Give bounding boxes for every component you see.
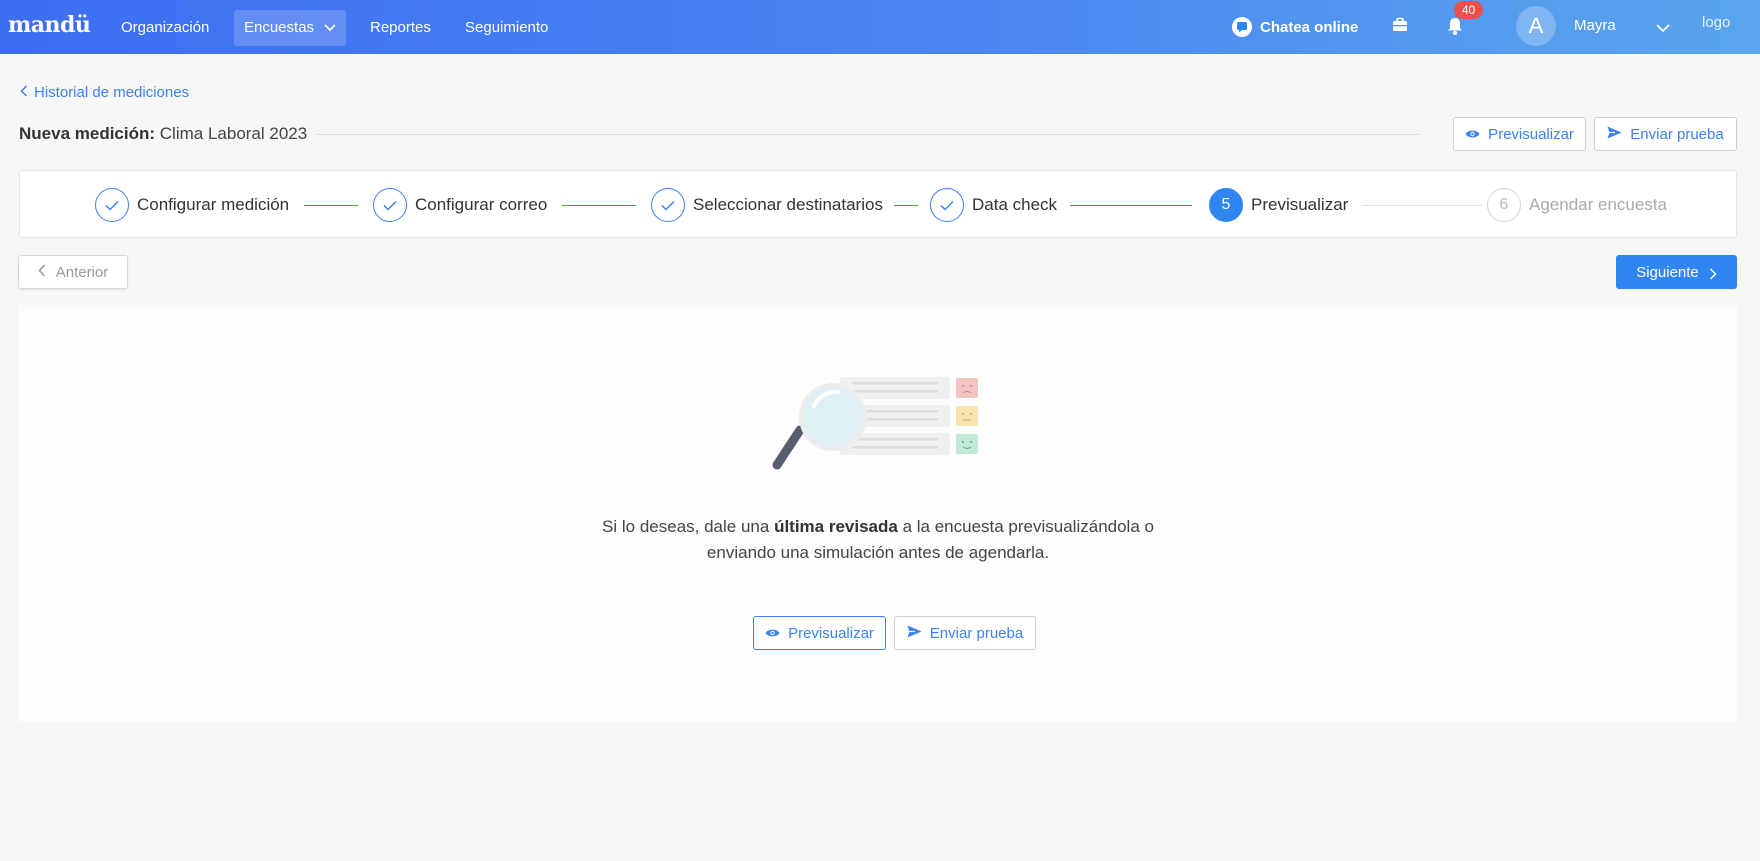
step-number: 5 [1209, 188, 1243, 222]
header-preview-button[interactable]: Previsualizar [1453, 117, 1586, 151]
step-configurar-correo[interactable]: Configurar correo [373, 188, 547, 222]
next-button[interactable]: Siguiente [1616, 255, 1737, 289]
header-preview-label: Previsualizar [1488, 125, 1574, 143]
chat-icon [1232, 17, 1252, 37]
magnifier-survey-illustration [770, 370, 990, 481]
briefcase-icon[interactable] [1391, 16, 1409, 39]
step-label: Configurar correo [415, 195, 548, 214]
chat-online-button[interactable]: Chatea online [1232, 14, 1358, 40]
next-label: Siguiente [1636, 263, 1699, 281]
preview-message: Si lo deseas, dale una última revisada a… [580, 514, 1176, 566]
page-title: Nueva medición: Clima Laboral 2023 [19, 124, 307, 144]
avatar[interactable]: A [1516, 6, 1556, 46]
brand-logo[interactable]: mandü [8, 12, 91, 38]
step-label: Seleccionar destinatarios [693, 195, 883, 214]
title-divider [316, 134, 1420, 135]
top-navbar: mandü Organización Encuestas Reportes Se… [0, 0, 1760, 54]
eye-icon [765, 625, 780, 642]
back-link-label: Historial de mediciones [34, 84, 190, 101]
step-connector [1070, 205, 1192, 206]
check-icon [651, 188, 685, 222]
chevron-left-icon [38, 263, 46, 281]
title-prefix: Nueva medición: [19, 124, 156, 143]
company-logo: logo [1702, 14, 1731, 31]
step-data-check[interactable]: Data check [930, 188, 1057, 222]
step-configurar-medicion[interactable]: Configurar medición [95, 188, 289, 222]
step-previsualizar[interactable]: 5 Previsualizar [1209, 188, 1348, 222]
step-seleccionar-destinatarios[interactable]: Seleccionar destinatarios [651, 188, 883, 222]
send-icon [1607, 126, 1622, 143]
user-name[interactable]: Mayra [1574, 17, 1616, 34]
bell-icon[interactable] [1446, 16, 1464, 41]
chat-online-label: Chatea online [1260, 18, 1359, 36]
previous-button[interactable]: Anterior [18, 255, 128, 289]
nav-organizacion[interactable]: Organización [111, 10, 219, 46]
previous-label: Anterior [55, 263, 109, 281]
step-number: 6 [1487, 188, 1521, 222]
check-icon [930, 188, 964, 222]
chevron-right-icon [1709, 267, 1717, 284]
step-agendar-encuesta[interactable]: 6 Agendar encuesta [1487, 188, 1667, 222]
check-icon [95, 188, 129, 222]
message-part1: Si lo deseas, dale una [602, 517, 770, 536]
stepper: Configurar medición Configurar correo Se… [19, 170, 1737, 238]
step-connector [562, 205, 636, 206]
eye-icon [1465, 126, 1480, 143]
send-test-label: Enviar prueba [929, 624, 1024, 642]
back-to-history-link[interactable]: Historial de mediciones [20, 84, 189, 101]
header-send-test-button[interactable]: Enviar prueba [1594, 117, 1737, 151]
step-connector [1362, 205, 1482, 206]
step-label: Configurar medición [137, 195, 290, 214]
chevron-down-icon[interactable] [1656, 20, 1670, 38]
step-label: Agendar encuesta [1529, 195, 1667, 214]
chevron-left-icon [20, 84, 28, 101]
step-connector [894, 205, 918, 206]
chevron-down-icon [324, 10, 336, 46]
preview-label: Previsualizar [788, 624, 874, 642]
step-label: Previsualizar [1251, 195, 1349, 214]
header-send-test-label: Enviar prueba [1630, 125, 1724, 143]
send-icon [907, 625, 922, 642]
step-label: Data check [972, 195, 1058, 214]
preview-button[interactable]: Previsualizar [753, 616, 886, 650]
title-value: Clima Laboral 2023 [159, 124, 308, 143]
nav-seguimiento[interactable]: Seguimiento [455, 10, 558, 46]
nav-reportes[interactable]: Reportes [360, 10, 441, 46]
nav-encuestas-label: Encuestas [244, 19, 315, 36]
notification-badge: 40 [1454, 1, 1483, 19]
step-connector [304, 205, 358, 206]
check-icon [373, 188, 407, 222]
nav-encuestas[interactable]: Encuestas [234, 10, 347, 46]
message-bold: última revisada [774, 517, 898, 536]
send-test-button[interactable]: Enviar prueba [894, 616, 1036, 650]
